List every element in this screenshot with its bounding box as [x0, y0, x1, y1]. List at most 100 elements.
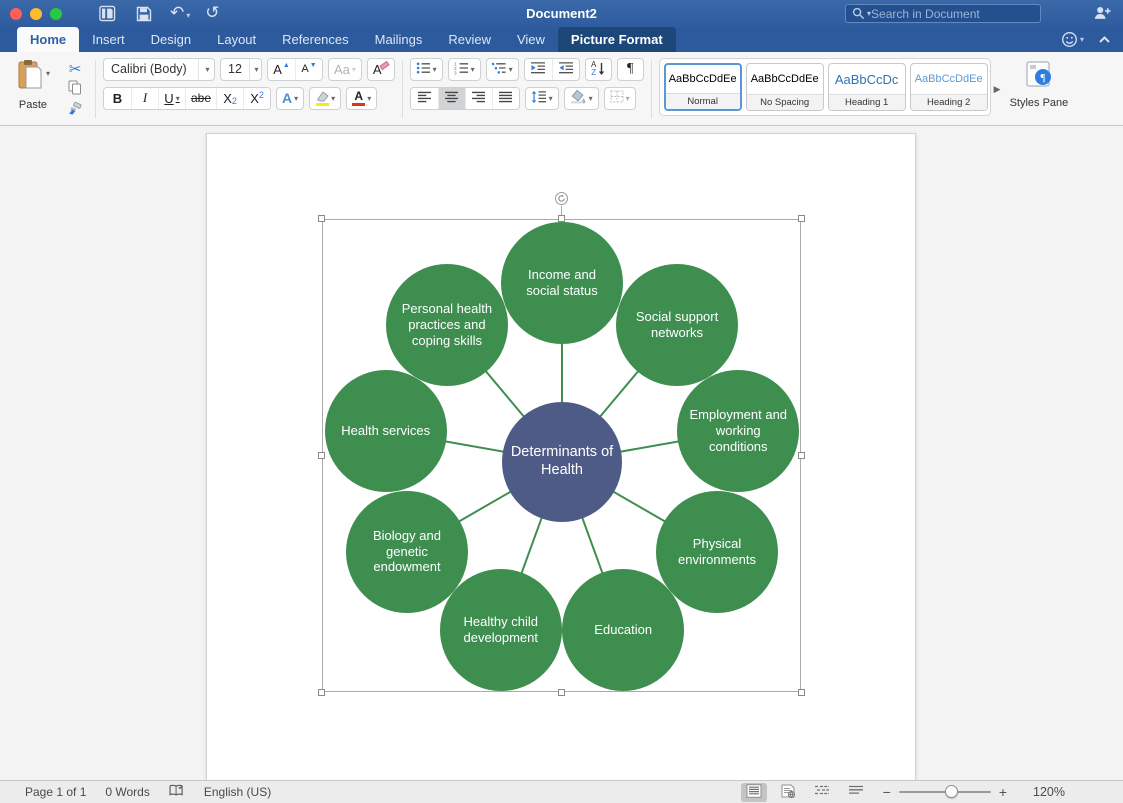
paint-bucket-icon	[570, 90, 587, 107]
subscript-button[interactable]: X2	[216, 88, 243, 109]
search-box[interactable]: ▾	[845, 4, 1041, 23]
redo-button[interactable]: ↺	[205, 4, 219, 23]
styles-pane-button[interactable]: ¶ Styles Pane	[1004, 57, 1073, 121]
resize-handle-s[interactable]	[558, 689, 565, 696]
copy-button[interactable]	[64, 81, 86, 99]
zoom-out-button[interactable]: −	[883, 784, 891, 800]
more-styles-button[interactable]: ▶	[991, 57, 1004, 121]
resize-handle-nw[interactable]	[318, 215, 325, 222]
collapse-ribbon-button[interactable]	[1098, 31, 1111, 49]
style-chip[interactable]: AaBbCcDdEe No Spacing	[746, 63, 824, 111]
style-chip[interactable]: AaBbCcDdEe Heading 2	[910, 63, 988, 111]
ribbon-tab[interactable]: View	[504, 27, 558, 52]
borders-button[interactable]: ▾	[604, 87, 636, 110]
close-window-button[interactable]	[10, 8, 22, 20]
font-size-combo[interactable]: 12 ▾	[220, 58, 262, 81]
align-left-button[interactable]	[411, 88, 438, 109]
strikethrough-button[interactable]: abe	[185, 88, 216, 109]
ribbon-tab[interactable]: Review	[435, 27, 504, 52]
page-count[interactable]: Page 1 of 1	[25, 785, 86, 799]
share-button[interactable]	[1093, 5, 1111, 26]
line-spacing-button[interactable]: ▾	[525, 87, 559, 110]
ribbon-tab[interactable]: Layout	[204, 27, 269, 52]
ribbon-tab[interactable]: Mailings	[362, 27, 436, 52]
print-layout-view-button[interactable]	[741, 783, 767, 802]
diagram-node[interactable]: Biology and genetic endowment	[346, 491, 468, 613]
diagram-node[interactable]: Income and social status	[501, 222, 623, 344]
outline-view-button[interactable]	[809, 783, 835, 802]
diagram-node[interactable]: Employment and working conditions	[677, 370, 799, 492]
undo-button[interactable]: ↶▾	[170, 4, 190, 23]
decrease-indent-button[interactable]	[525, 59, 552, 80]
bold-button[interactable]: B	[104, 88, 131, 109]
zoom-window-button[interactable]	[50, 8, 62, 20]
search-input[interactable]	[871, 7, 1034, 21]
sort-button[interactable]: AZ	[585, 58, 612, 81]
tab-label: View	[517, 32, 545, 47]
paste-button[interactable]: ▾ Paste	[10, 59, 56, 121]
diagram-node[interactable]: Health services	[325, 370, 447, 492]
ribbon-tab[interactable]: Design	[138, 27, 204, 52]
numbering-button[interactable]: 123 ▾	[448, 58, 481, 81]
proofing-status-icon[interactable]	[169, 784, 185, 800]
web-layout-view-button[interactable]	[775, 783, 801, 802]
diagram-node[interactable]: Healthy child development	[440, 569, 562, 691]
justify-button[interactable]	[492, 88, 519, 109]
resize-handle-se[interactable]	[798, 689, 805, 696]
resize-handle-w[interactable]	[318, 452, 325, 459]
language-status[interactable]: English (US)	[204, 785, 271, 799]
ribbon-tab[interactable]: Insert	[79, 27, 138, 52]
align-center-button[interactable]	[438, 88, 465, 109]
document-area[interactable]: Income and social statusSocial support n…	[0, 126, 1123, 780]
show-paragraph-marks-button[interactable]: ¶	[617, 58, 644, 81]
ribbon-tab[interactable]: Home	[17, 27, 79, 52]
word-count[interactable]: 0 Words	[105, 785, 149, 799]
diagram-node[interactable]: Personal health practices and coping ski…	[386, 264, 508, 386]
resize-handle-ne[interactable]	[798, 215, 805, 222]
shrink-font-button[interactable]: A▼	[295, 59, 322, 80]
diagram-node[interactable]: Education	[562, 569, 684, 691]
paste-caret-icon[interactable]: ▾	[46, 69, 50, 78]
resize-handle-n[interactable]	[558, 215, 565, 222]
ribbon-tab[interactable]: References	[269, 27, 361, 52]
font-color-button[interactable]: A ▾	[346, 87, 377, 110]
document-page[interactable]: Income and social statusSocial support n…	[206, 133, 916, 780]
clear-formatting-button[interactable]: A	[367, 58, 395, 81]
align-right-button[interactable]	[465, 88, 492, 109]
format-painter-button[interactable]	[64, 102, 86, 120]
italic-button[interactable]: I	[131, 88, 158, 109]
feedback-smiley-button[interactable]: ▾	[1061, 31, 1084, 48]
draft-view-button[interactable]	[843, 783, 869, 802]
font-name-combo[interactable]: Calibri (Body) ▾	[103, 58, 215, 81]
superscript-button[interactable]: X2	[243, 88, 270, 109]
resize-handle-e[interactable]	[798, 452, 805, 459]
underline-button[interactable]: U▾	[158, 88, 185, 109]
highlight-button[interactable]: ▾	[309, 87, 341, 110]
bullets-button[interactable]: ▾	[410, 58, 443, 81]
drawing-canvas[interactable]: Income and social statusSocial support n…	[322, 219, 801, 692]
ribbon-tab[interactable]: Picture Format	[558, 27, 676, 52]
zoom-slider[interactable]	[899, 791, 991, 793]
resize-handle-sw[interactable]	[318, 689, 325, 696]
zoom-level[interactable]: 120%	[1007, 785, 1065, 799]
save-button[interactable]	[133, 5, 155, 23]
shading-button[interactable]: ▾	[564, 87, 599, 110]
multilevel-list-button[interactable]: ▾	[486, 58, 519, 81]
style-chip[interactable]: AaBbCcDc Heading 1	[828, 63, 906, 111]
style-chip[interactable]: AaBbCcDdEe Normal	[664, 63, 742, 111]
text-effects-button[interactable]: A▾	[276, 87, 304, 110]
diagram-node[interactable]: Physical environments	[656, 491, 778, 613]
cut-button[interactable]: ✂	[64, 60, 86, 78]
caret-down-icon[interactable]: ▾	[186, 11, 190, 20]
change-case-button[interactable]: Aa▾	[328, 58, 362, 81]
diagram-node[interactable]: Social support networks	[616, 264, 738, 386]
tab-label: Insert	[92, 32, 125, 47]
zoom-in-button[interactable]: +	[999, 784, 1007, 800]
new-document-icon[interactable]	[96, 5, 118, 23]
minimize-window-button[interactable]	[30, 8, 42, 20]
diagram-center-node[interactable]: Determinants of Health	[502, 402, 622, 522]
rotation-handle[interactable]	[555, 192, 568, 205]
grow-font-button[interactable]: A▲	[268, 59, 295, 80]
zoom-slider-thumb[interactable]	[945, 785, 958, 798]
increase-indent-button[interactable]	[552, 59, 579, 80]
